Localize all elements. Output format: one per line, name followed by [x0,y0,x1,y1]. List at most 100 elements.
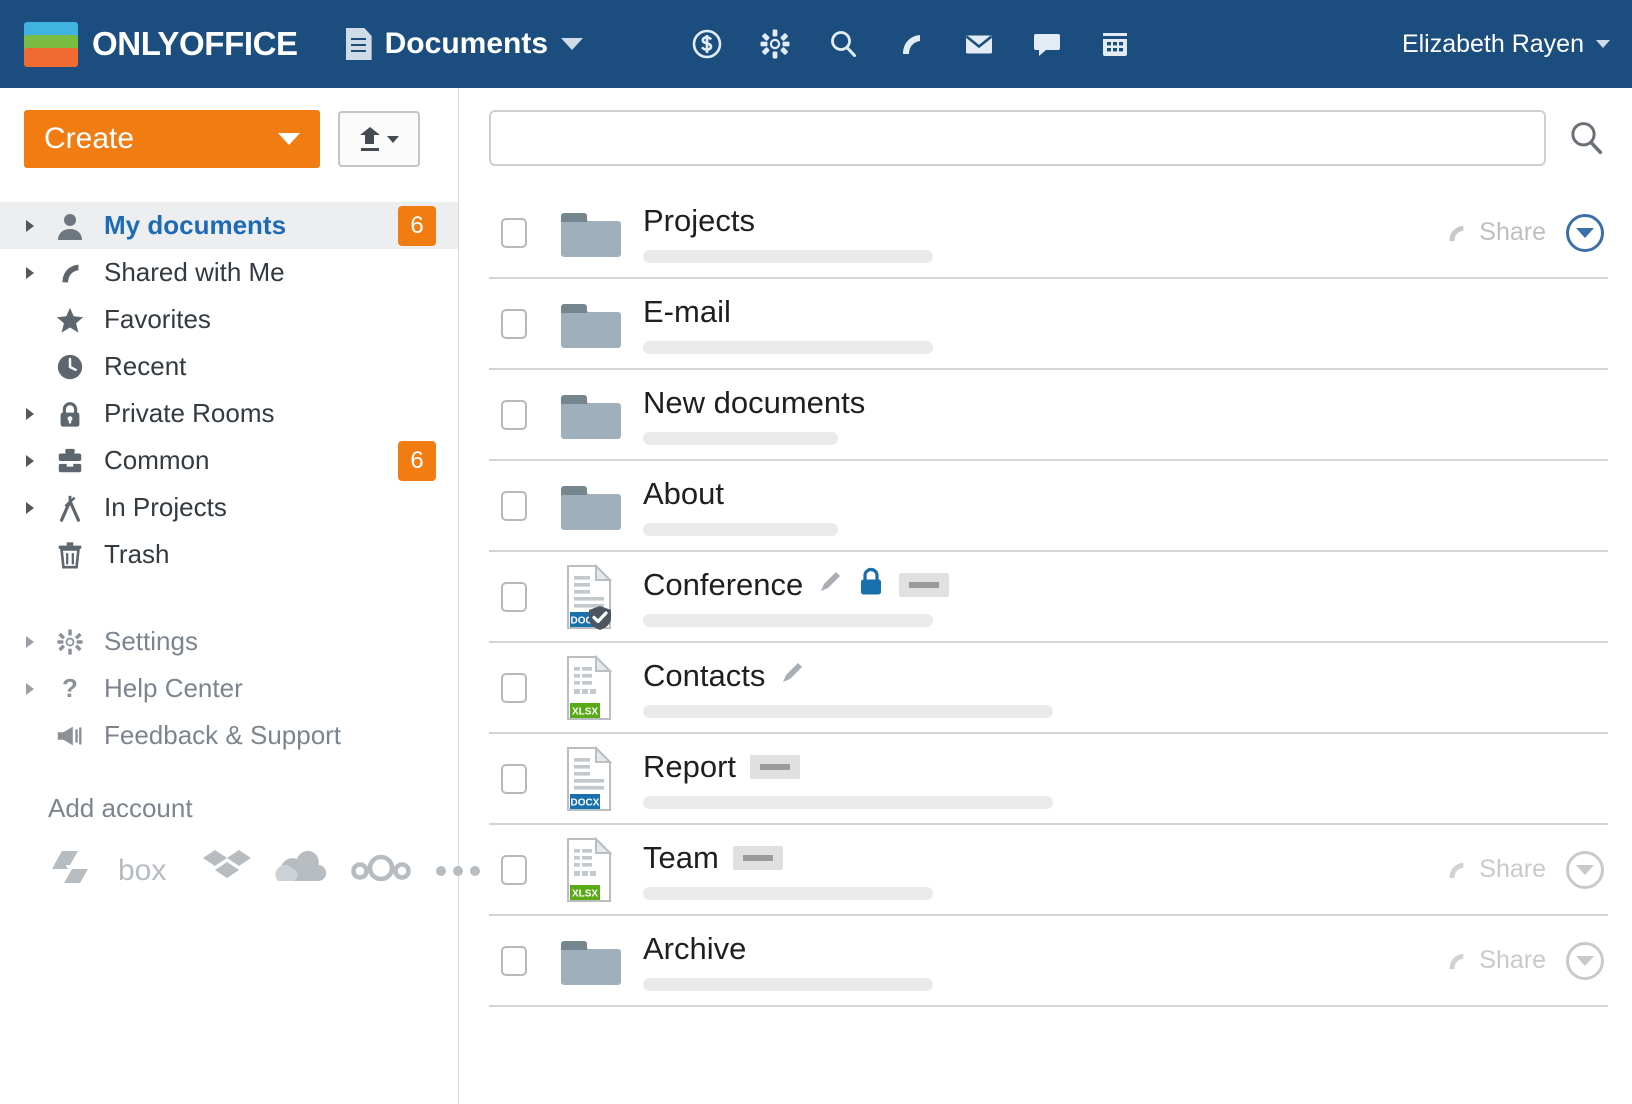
table-row[interactable]: XLSX Team Share [489,825,1608,916]
table-row[interactable]: XLSX Contacts [489,643,1608,734]
expand-arrow-icon[interactable] [26,407,42,420]
document-icon [345,28,372,60]
sidebar-item-settings[interactable]: Settings [0,618,458,665]
table-row[interactable]: Archive Share [489,916,1608,1007]
row-checkbox[interactable] [501,490,527,521]
box-icon[interactable]: box [116,848,180,893]
chevron-down-icon[interactable] [1596,40,1610,48]
dropbox-icon[interactable] [202,846,252,895]
share-button[interactable]: Share [1443,855,1546,884]
brand-name: ONLYOFFICE [92,25,298,62]
brand-logo[interactable]: ONLYOFFICE [24,20,298,68]
projects-icon[interactable] [895,28,927,60]
share-button[interactable]: Share [1443,218,1546,247]
chat-icon[interactable] [1031,28,1063,60]
sidebar-item-help-center[interactable]: ? Help Center [0,665,458,712]
onlyoffice-layers-logo [24,20,78,68]
upload-button[interactable] [338,111,420,167]
nextcloud-icon[interactable] [350,851,412,890]
share-button[interactable]: Share [1443,946,1546,975]
expand-arrow-icon[interactable] [26,682,42,695]
expand-arrow-icon[interactable] [26,266,42,279]
expand-arrow-icon[interactable] [26,501,42,514]
row-subtitle-redacted [643,249,933,263]
user-menu[interactable]: Elizabeth Rayen [1402,30,1610,59]
sidebar-item-label: In Projects [104,492,227,522]
chevron-down-icon[interactable] [561,38,583,50]
module-switcher[interactable]: Documents [345,27,583,61]
expand-arrow-icon[interactable] [26,219,42,232]
row-checkbox[interactable] [501,581,527,612]
row-title[interactable]: Conference [643,567,803,603]
sidebar-item-label: Common [104,445,210,475]
row-subtitle-redacted [643,704,1053,718]
sidebar-item-shared-with-me[interactable]: Shared with Me [0,249,458,296]
row-checkbox[interactable] [501,763,527,794]
sidebar-item-my-documents[interactable]: My documents 6 [0,202,458,249]
docx-file-icon: DOCX [553,563,629,630]
svg-text:XLSX: XLSX [572,888,598,899]
sidebar-item-label: Feedback & Support [104,720,342,750]
row-title[interactable]: Team [643,840,719,876]
search-icon[interactable] [827,28,859,60]
clock-icon [50,352,90,382]
row-subtitle-redacted [643,522,838,536]
create-button-label: Create [44,122,135,155]
lock-icon [50,399,90,429]
row-menu-chevron-icon[interactable] [1566,213,1604,252]
row-checkbox[interactable] [501,945,527,976]
toolbox-icon [50,446,90,476]
row-body: E-mail [643,294,1608,354]
sidebar-item-in-projects[interactable]: In Projects [0,484,458,531]
sidebar-item-common[interactable]: Common 6 [0,437,458,484]
row-title[interactable]: Contacts [643,658,765,694]
row-title[interactable]: About [643,476,724,512]
sidebar-item-recent[interactable]: Recent [0,343,458,390]
table-row[interactable]: Projects Share [489,188,1608,279]
more-ellipsis-icon[interactable] [434,858,482,883]
row-body: Archive [643,931,1443,991]
svg-text:DOCX: DOCX [571,797,600,808]
module-title: Documents [384,27,548,60]
row-title[interactable]: Report [643,749,736,785]
sidebar-item-trash[interactable]: Trash [0,531,458,578]
onedrive-icon[interactable] [274,849,328,892]
row-title[interactable]: Projects [643,203,755,239]
row-checkbox[interactable] [501,217,527,248]
edit-pencil-icon[interactable] [817,569,843,600]
user-name: Elizabeth Rayen [1401,29,1584,58]
edit-pencil-icon[interactable] [779,660,805,691]
table-row[interactable]: New documents [489,370,1608,461]
payments-icon[interactable] [691,28,723,60]
table-row[interactable]: DOCX Report [489,734,1608,825]
row-title[interactable]: New documents [643,385,865,421]
row-menu-chevron-icon[interactable] [1566,850,1604,889]
row-menu-chevron-icon[interactable] [1566,941,1604,980]
row-actions: Share [1443,941,1604,980]
search-input[interactable] [489,110,1546,166]
file-list: Projects Share E-mail New documents Abou… [489,188,1608,1007]
row-checkbox[interactable] [501,854,527,885]
folder-icon [553,933,629,989]
google-drive-icon[interactable] [46,847,94,894]
calendar-icon[interactable] [1099,28,1131,60]
table-row[interactable]: E-mail [489,279,1608,370]
row-checkbox[interactable] [501,399,527,430]
mail-icon[interactable] [963,28,995,60]
gear-icon[interactable] [759,28,791,60]
row-title[interactable]: Archive [643,931,746,967]
search-icon[interactable] [1564,116,1608,160]
share-label: Share [1479,946,1546,974]
sidebar-item-feedback-support[interactable]: Feedback & Support [0,712,458,759]
sidebar-item-favorites[interactable]: Favorites [0,296,458,343]
table-row[interactable]: About [489,461,1608,552]
sidebar-item-private-rooms[interactable]: Private Rooms [0,390,458,437]
expand-arrow-icon[interactable] [26,454,42,467]
row-checkbox[interactable] [501,672,527,703]
create-button[interactable]: Create [24,110,320,168]
row-checkbox[interactable] [501,308,527,339]
question-mark-icon: ? [50,674,90,704]
expand-arrow-icon[interactable] [26,635,42,648]
table-row[interactable]: DOCX Conference [489,552,1608,643]
row-title[interactable]: E-mail [643,294,731,330]
